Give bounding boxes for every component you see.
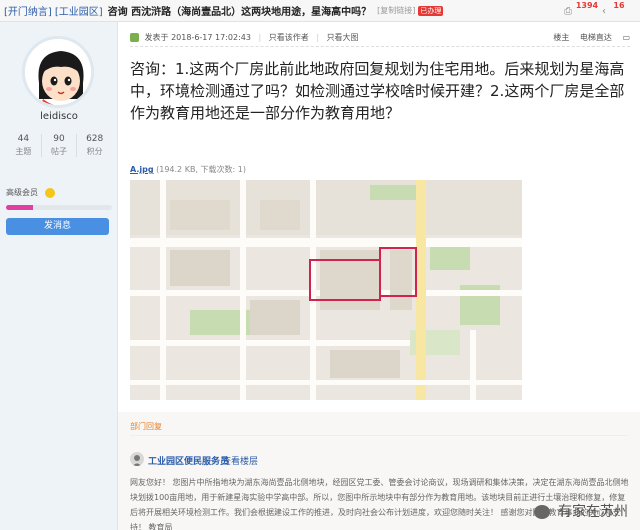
posts-value: 90	[53, 134, 65, 144]
replies-count: 16	[613, 1, 625, 10]
rank-progress-bar	[6, 205, 112, 210]
reply-avatar[interactable]	[130, 452, 144, 466]
user-rank: 高级会员	[6, 187, 55, 198]
username[interactable]: leidisco	[0, 111, 118, 122]
points-stat[interactable]: 628 积分	[77, 134, 112, 157]
avatar[interactable]	[22, 36, 94, 108]
print-icon[interactable]: ⎙	[564, 6, 572, 17]
attachment-details: (194.2 KB, 下载次数: 1)	[156, 165, 246, 174]
status-badge: 已办理	[418, 5, 444, 16]
view-floor-link[interactable]: 查看楼层	[222, 454, 258, 467]
jump-to-floor-link[interactable]: 电梯直达	[580, 33, 612, 42]
user-stats: 44 主题 90 帖子 628 积分	[6, 134, 112, 157]
points-value: 628	[86, 134, 104, 144]
posts-label: 帖子	[51, 147, 67, 156]
tag-industrial-park[interactable]: [工业园区]	[55, 3, 103, 18]
divider	[130, 435, 628, 436]
cartoon-girl-avatar-icon	[25, 39, 91, 105]
author-only-link[interactable]: 只看该作者	[269, 33, 309, 42]
watermark: 有家在苏州	[533, 501, 628, 521]
threads-stat[interactable]: 44 主题	[6, 134, 42, 157]
user-panel: leidisco 44 主题 90 帖子 628 积分 高级会员 发消息	[0, 22, 118, 530]
section-label: 部门回复	[130, 422, 162, 431]
threads-label: 主题	[15, 147, 32, 156]
watermark-text: 有家在苏州	[558, 504, 628, 520]
attachment-link[interactable]: A.jpg	[130, 165, 154, 174]
wechat-logo-icon	[533, 505, 550, 519]
send-message-button[interactable]: 发消息	[6, 218, 109, 235]
map-illustration	[130, 180, 522, 400]
post-icon	[130, 33, 139, 42]
floor-label: 楼主	[553, 33, 570, 42]
views-count: 1394	[575, 1, 599, 10]
thread-title: 咨询 西沈浒路（海尚壹品北）这两块地用途，星海高中吗？	[107, 7, 372, 18]
divider	[130, 46, 630, 47]
published-time: 发表于 2018-6-17 17:02:43	[144, 33, 251, 42]
smile-icon	[44, 187, 55, 198]
threads-value: 44	[17, 134, 30, 144]
post-content: 咨询：1.这两个厂房此前此地政府回复规划为住宅用地。后来规划为星海高中，环境检测…	[130, 60, 625, 122]
map-image[interactable]	[130, 180, 522, 400]
points-label: 积分	[86, 147, 103, 156]
copy-link-button[interactable]: [复制链接]	[377, 5, 415, 16]
meta-divider: |	[258, 33, 262, 42]
view-large-images-link[interactable]: 只看大图	[327, 33, 359, 42]
post-meta: 发表于 2018-6-17 17:02:43 | 只看该作者 | 只看大图	[130, 32, 359, 43]
attachment-info: A.jpg (194.2 KB, 下载次数: 1)	[130, 164, 246, 175]
replies-stat: 16	[604, 1, 634, 10]
meta-divider: |	[316, 33, 320, 42]
post-area: 发表于 2018-6-17 17:02:43 | 只看该作者 | 只看大图 楼主…	[118, 22, 640, 530]
thread-title-bar: [开门纳言] [工业园区] 咨询 西沈浒路（海尚壹品北）这两块地用途，星海高中吗…	[0, 0, 640, 22]
post-actions: 楼主 电梯直达 ▭	[545, 32, 630, 43]
reply-author[interactable]: 工业园区便民服务员	[148, 454, 229, 467]
thread-stats: ⎙ 1394 ‹ 16	[564, 0, 634, 22]
jump-input-icon[interactable]: ▭	[622, 33, 630, 42]
posts-stat[interactable]: 90 帖子	[42, 134, 78, 157]
tag-open-forum[interactable]: [开门纳言]	[4, 3, 52, 18]
views-stat: 1394	[572, 1, 602, 10]
rank-label[interactable]: 高级会员	[6, 188, 38, 197]
rank-progress-fill	[6, 205, 33, 210]
